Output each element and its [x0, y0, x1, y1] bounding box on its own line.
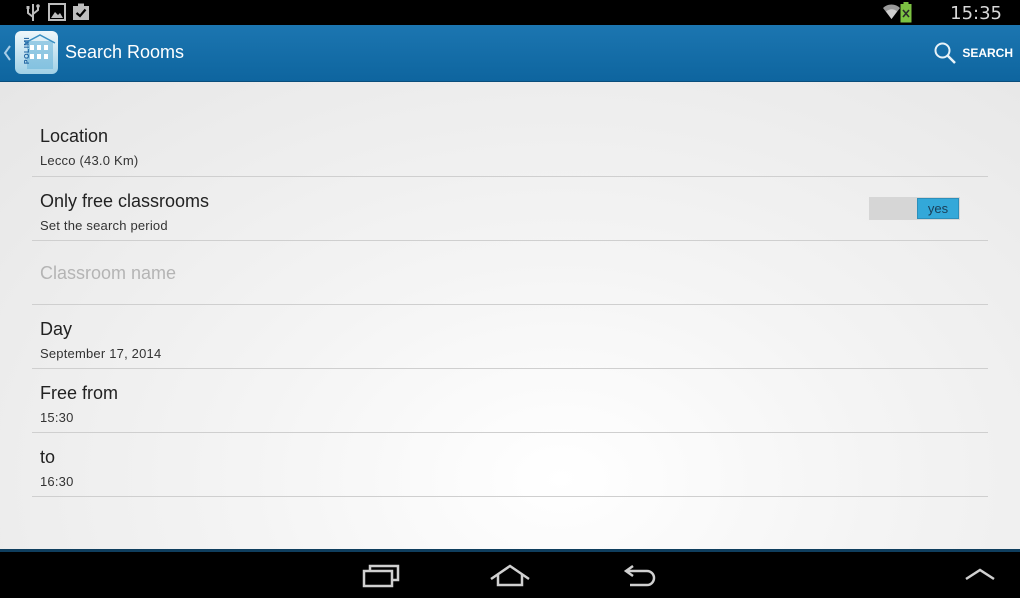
building-icon [24, 34, 56, 69]
free-from-row[interactable]: Free from 15:30 [32, 369, 988, 433]
usb-icon [26, 4, 40, 21]
system-icons: 15:35 [882, 2, 1002, 24]
app-logo-text: POLIMI [24, 36, 32, 65]
free-classrooms-row[interactable]: Only free classrooms Set the search peri… [32, 177, 988, 241]
day-title: Day [40, 319, 73, 339]
search-button-label: SEARCH [962, 46, 1013, 60]
clock: 15:35 [950, 3, 1002, 24]
back-icon[interactable] [622, 562, 658, 588]
battery-charging-icon [900, 2, 912, 23]
search-button[interactable]: SEARCH [933, 41, 1013, 65]
action-bar: POLIMI Search Rooms SEARCH [0, 25, 1020, 82]
chevron-up-icon[interactable] [963, 566, 997, 582]
clipboard-check-icon [73, 3, 89, 20]
to-value: 16:30 [40, 474, 74, 489]
search-icon [934, 42, 957, 64]
up-navigation-icon[interactable] [3, 43, 12, 63]
recent-apps-icon[interactable] [362, 562, 400, 588]
location-title: Location [40, 126, 109, 146]
system-nav-bar [0, 549, 1020, 598]
location-row[interactable]: Location Lecco (43.0 Km) [32, 112, 988, 177]
app-logo[interactable]: POLIMI [15, 31, 58, 74]
free-classrooms-title: Only free classrooms [40, 191, 210, 211]
location-value: Lecco (43.0 Km) [40, 153, 139, 168]
search-form: Location Lecco (43.0 Km) Only free class… [0, 82, 1020, 549]
to-row[interactable]: to 16:30 [32, 433, 988, 497]
page-title: Search Rooms [65, 42, 185, 62]
toggle-on-label: yes [917, 198, 959, 219]
free-classrooms-subtitle: Set the search period [40, 218, 168, 233]
status-bar: 15:35 [0, 0, 1020, 25]
day-value: September 17, 2014 [40, 346, 162, 361]
to-title: to [40, 447, 56, 467]
image-icon [48, 3, 66, 21]
preference-list: Location Lecco (43.0 Km) Only free class… [32, 112, 988, 497]
wifi-icon [883, 4, 900, 19]
free-from-value: 15:30 [40, 410, 74, 425]
free-from-title: Free from [40, 383, 119, 403]
classroom-name-input[interactable] [40, 263, 940, 284]
classroom-name-row [32, 241, 988, 305]
screen: 15:35 POLIMI Search Rooms SEARCH Locatio… [0, 0, 1020, 598]
home-icon[interactable] [489, 562, 531, 588]
day-row[interactable]: Day September 17, 2014 [32, 305, 988, 369]
free-classrooms-toggle[interactable]: yes [869, 197, 960, 220]
